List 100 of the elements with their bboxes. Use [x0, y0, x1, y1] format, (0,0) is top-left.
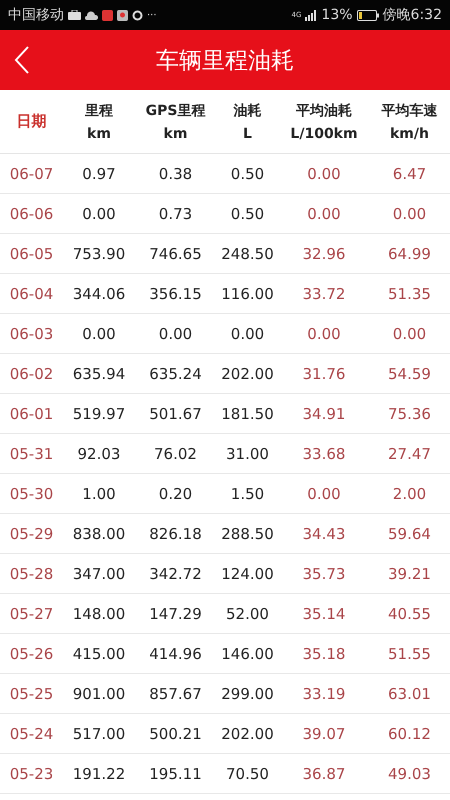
table-cell: 40.55 — [388, 604, 431, 622]
column-unit: km — [87, 126, 111, 142]
table-cell: 356.15 — [149, 284, 202, 302]
table-cell: 39.07 — [302, 724, 346, 742]
table-cell: 0.00 — [230, 324, 264, 342]
clock-time: 傍晚6:32 — [382, 6, 442, 24]
table-cell: 0.73 — [158, 204, 192, 222]
table-cell: 753.90 — [72, 244, 126, 262]
table-cell: 191.22 — [72, 764, 126, 782]
table-cell: 500.21 — [149, 724, 202, 742]
table-cell: 54.59 — [388, 364, 431, 382]
table-cell: 32.96 — [302, 244, 346, 262]
table-cell: 202.00 — [221, 364, 274, 382]
table-cell: 901.00 — [72, 684, 126, 702]
table-cell: 33.72 — [302, 284, 346, 302]
table-cell: 501.67 — [149, 404, 202, 422]
table-cell: 415.00 — [72, 644, 126, 662]
table-cell: 0.50 — [230, 164, 264, 182]
signal-icon — [305, 10, 318, 20]
table-cell: 76.02 — [154, 444, 197, 462]
table-cell: 0.00 — [307, 324, 341, 342]
table-cell: 52.00 — [226, 604, 269, 622]
table-cell: 35.73 — [302, 564, 346, 582]
table-cell: 299.00 — [221, 684, 274, 702]
table-cell: 51.35 — [388, 284, 431, 302]
table-cell: 05-27 — [10, 604, 54, 622]
table-cell: 0.00 — [82, 324, 116, 342]
table-cell: 05-26 — [10, 644, 54, 662]
table-cell: 75.36 — [388, 404, 431, 422]
carrier-name: 中国移动 — [8, 6, 64, 24]
table-cell: 05-30 — [10, 484, 54, 502]
table-cell: 6.47 — [392, 164, 426, 182]
table-cell: 0.00 — [307, 204, 341, 222]
column-header: 平均车速 — [382, 102, 438, 120]
column-unit: km/h — [390, 126, 429, 142]
table-cell: 148.00 — [72, 604, 126, 622]
table-cell: 0.97 — [82, 164, 116, 182]
column-header: 油耗 — [234, 102, 262, 120]
column-unit: km — [164, 126, 188, 142]
back-icon — [14, 45, 30, 75]
table-cell: 344.06 — [72, 284, 126, 302]
table-cell: 63.01 — [388, 684, 431, 702]
table-cell: 06-07 — [10, 164, 54, 182]
table-cell: 0.38 — [158, 164, 192, 182]
table-cell: 06-05 — [10, 244, 54, 262]
table-cell: 181.50 — [221, 404, 274, 422]
table-cell: 06-03 — [10, 324, 54, 342]
table-cell: 248.50 — [221, 244, 274, 262]
table-cell: 635.24 — [149, 364, 202, 382]
table-cell: 202.00 — [221, 724, 274, 742]
battery-percent: 13% — [321, 7, 353, 23]
table-cell: 0.00 — [82, 204, 116, 222]
table-cell: 0.00 — [392, 324, 426, 342]
table-cell: 147.29 — [149, 604, 202, 622]
table-cell: 0.00 — [158, 324, 192, 342]
page-title: 车辆里程油耗 — [156, 46, 294, 76]
table-cell: 33.19 — [302, 684, 346, 702]
table-cell: 195.11 — [149, 764, 202, 782]
battery-icon — [356, 10, 379, 20]
table-cell: 0.00 — [307, 484, 341, 502]
table-cell: 342.72 — [149, 564, 202, 582]
table-cell: 05-31 — [10, 444, 54, 462]
table-cell: 59.64 — [388, 524, 431, 542]
table-cell: 70.50 — [226, 764, 269, 782]
table-cell: 27.47 — [388, 444, 431, 462]
table-cell: 2.00 — [392, 484, 426, 502]
table-cell: 35.18 — [302, 644, 346, 662]
column-header: 平均油耗 — [296, 102, 352, 120]
column-header: 里程 — [85, 102, 113, 120]
briefcase-icon — [68, 10, 81, 20]
table-cell: 0.50 — [230, 204, 264, 222]
table-cell: 36.87 — [302, 764, 346, 782]
table-cell: 857.67 — [149, 684, 202, 702]
table-cell: 124.00 — [221, 564, 274, 582]
column-unit: L/100km — [290, 126, 358, 142]
table-cell: 05-29 — [10, 524, 54, 542]
table-cell: 92.03 — [78, 444, 120, 462]
table-cell: 414.96 — [149, 644, 202, 662]
table-cell: 519.97 — [72, 404, 126, 422]
table-cell: 288.50 — [221, 524, 274, 542]
table-cell: 51.55 — [388, 644, 431, 662]
table-cell: 33.68 — [302, 444, 346, 462]
table-cell: 0.00 — [307, 164, 341, 182]
more-notifications: ··· — [147, 10, 157, 20]
table-cell: 60.12 — [388, 724, 431, 742]
table-cell: 0.20 — [158, 484, 192, 502]
table-cell: 05-25 — [10, 684, 54, 702]
table-cell: 146.00 — [221, 644, 274, 662]
column-header: 日期 — [16, 112, 46, 131]
table-cell: 31.76 — [302, 364, 346, 382]
table-cell: 1.00 — [82, 484, 116, 502]
table-cell: 49.03 — [388, 764, 431, 782]
table-cell: 116.00 — [221, 284, 274, 302]
table-cell: 05-28 — [10, 564, 54, 582]
app-icon — [102, 10, 113, 20]
table-cell: 06-06 — [10, 204, 54, 222]
table-cell: 34.91 — [302, 404, 346, 422]
table-cell: 347.00 — [72, 564, 126, 582]
cloud-icon — [85, 10, 98, 20]
table-cell: 31.00 — [226, 444, 269, 462]
